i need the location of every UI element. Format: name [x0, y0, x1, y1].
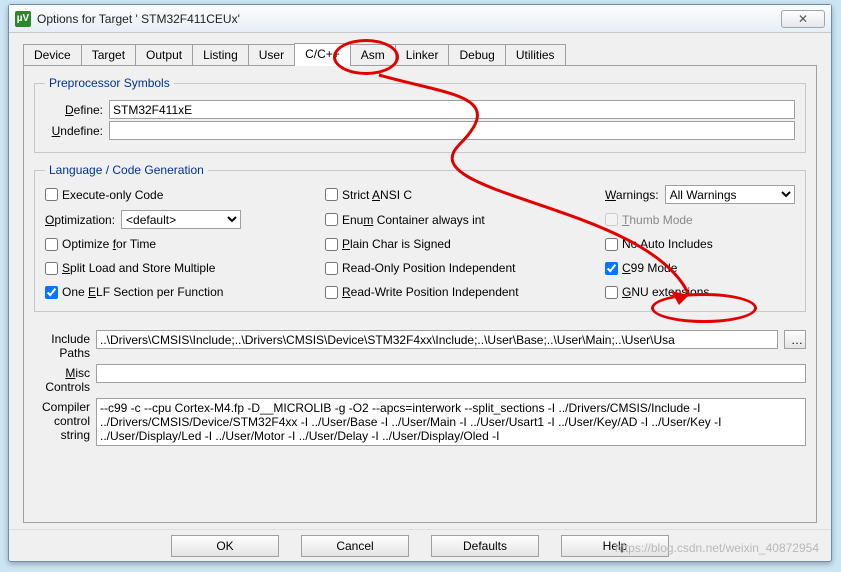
- tab-device[interactable]: Device: [23, 44, 82, 66]
- tab-linker[interactable]: Linker: [395, 44, 450, 66]
- rw-pi-checkbox[interactable]: Read-Write Position Independent: [325, 283, 595, 301]
- strict-ansi-label: Strict ANSI C: [342, 188, 412, 202]
- one-elf-label: One ELF Section per Function: [62, 285, 223, 299]
- defaults-button[interactable]: Defaults: [431, 535, 539, 557]
- define-input[interactable]: [109, 100, 795, 119]
- thumb-mode-label: Thumb Mode: [622, 213, 693, 227]
- c99-box[interactable]: [605, 262, 618, 275]
- client-area: Device Target Output Listing User C/C++ …: [9, 33, 831, 529]
- ro-pi-box[interactable]: [325, 262, 338, 275]
- plain-char-box[interactable]: [325, 238, 338, 251]
- no-auto-label: No Auto Includes: [622, 237, 713, 251]
- enum-container-label: Enum Container always int: [342, 213, 485, 227]
- compiler-control-text[interactable]: --c99 -c --cpu Cortex-M4.fp -D__MICROLIB…: [96, 398, 806, 446]
- execute-only-checkbox[interactable]: Execute-only Code: [45, 185, 315, 204]
- warnings-label: Warnings:: [605, 188, 659, 202]
- cancel-button[interactable]: Cancel: [301, 535, 409, 557]
- plain-char-checkbox[interactable]: Plain Char is Signed: [325, 235, 595, 253]
- thumb-mode-checkbox: Thumb Mode: [605, 210, 795, 229]
- button-bar: OK Cancel Defaults Help: [9, 529, 831, 561]
- gnu-box[interactable]: [605, 286, 618, 299]
- execute-only-box[interactable]: [45, 188, 58, 201]
- strict-ansi-box[interactable]: [325, 188, 338, 201]
- undefine-input[interactable]: [109, 121, 795, 140]
- preprocessor-legend: Preprocessor Symbols: [45, 76, 174, 90]
- rw-pi-box[interactable]: [325, 286, 338, 299]
- tab-asm[interactable]: Asm: [350, 44, 396, 66]
- close-icon: ✕: [798, 12, 808, 26]
- tab-target[interactable]: Target: [81, 44, 136, 66]
- ro-pi-checkbox[interactable]: Read-Only Position Independent: [325, 259, 595, 277]
- thumb-mode-box: [605, 213, 618, 226]
- tab-debug[interactable]: Debug: [448, 44, 505, 66]
- one-elf-checkbox[interactable]: One ELF Section per Function: [45, 283, 315, 301]
- undefine-label: Undefine:: [45, 124, 103, 138]
- gnu-label: GNU extensions: [622, 285, 709, 299]
- close-button[interactable]: ✕: [781, 10, 825, 28]
- optimize-time-checkbox[interactable]: Optimize for Time: [45, 235, 315, 253]
- include-paths-label: IncludePaths: [34, 330, 90, 360]
- rw-pi-label: Read-Write Position Independent: [342, 285, 519, 299]
- include-paths-input[interactable]: [96, 330, 778, 349]
- language-group: Language / Code Generation Execute-only …: [34, 163, 806, 312]
- c99-checkbox[interactable]: C99 Mode: [605, 259, 795, 277]
- optimization-label: Optimization:: [45, 213, 115, 227]
- one-elf-box[interactable]: [45, 286, 58, 299]
- no-auto-box[interactable]: [605, 238, 618, 251]
- define-label: Define:: [45, 103, 103, 117]
- optimize-time-box[interactable]: [45, 238, 58, 251]
- gnu-checkbox[interactable]: GNU extensions: [605, 283, 795, 301]
- plain-char-label: Plain Char is Signed: [342, 237, 451, 251]
- help-button[interactable]: Help: [561, 535, 669, 557]
- compiler-control-label: Compilercontrolstring: [34, 398, 90, 442]
- strict-ansi-checkbox[interactable]: Strict ANSI C: [325, 185, 595, 204]
- enum-container-checkbox[interactable]: Enum Container always int: [325, 210, 595, 229]
- optimize-time-label: Optimize for Time: [62, 237, 156, 251]
- dialog-window: µV Options for Target ' STM32F411CEUx' ✕…: [8, 4, 832, 562]
- enum-container-box[interactable]: [325, 213, 338, 226]
- c99-label: C99 Mode: [622, 261, 677, 275]
- tab-strip: Device Target Output Listing User C/C++ …: [23, 41, 817, 65]
- optimization-combo[interactable]: <default>: [121, 210, 241, 229]
- no-auto-checkbox[interactable]: No Auto Includes: [605, 235, 795, 253]
- split-load-label: Split Load and Store Multiple: [62, 261, 215, 275]
- execute-only-label: Execute-only Code: [62, 188, 163, 202]
- tab-output[interactable]: Output: [135, 44, 193, 66]
- preprocessor-group: Preprocessor Symbols Define: Undefine:: [34, 76, 806, 153]
- split-load-checkbox[interactable]: Split Load and Store Multiple: [45, 259, 315, 277]
- language-legend: Language / Code Generation: [45, 163, 208, 177]
- include-browse-button[interactable]: …: [784, 330, 806, 349]
- misc-controls-input[interactable]: [96, 364, 806, 383]
- ok-button[interactable]: OK: [171, 535, 279, 557]
- tab-user[interactable]: User: [248, 44, 295, 66]
- app-icon: µV: [15, 11, 31, 27]
- split-load-box[interactable]: [45, 262, 58, 275]
- bottom-area: IncludePaths … MiscControls Compilercont…: [34, 322, 806, 446]
- tab-utilities[interactable]: Utilities: [505, 44, 566, 66]
- tab-listing[interactable]: Listing: [192, 44, 249, 66]
- window-title: Options for Target ' STM32F411CEUx': [37, 12, 775, 26]
- tab-content: Preprocessor Symbols Define: Undefine: L…: [23, 65, 817, 523]
- titlebar[interactable]: µV Options for Target ' STM32F411CEUx' ✕: [9, 5, 831, 33]
- misc-controls-label: MiscControls: [34, 364, 90, 394]
- warnings-combo[interactable]: All Warnings: [665, 185, 795, 204]
- ro-pi-label: Read-Only Position Independent: [342, 261, 515, 275]
- tab-ccpp[interactable]: C/C++: [294, 43, 351, 66]
